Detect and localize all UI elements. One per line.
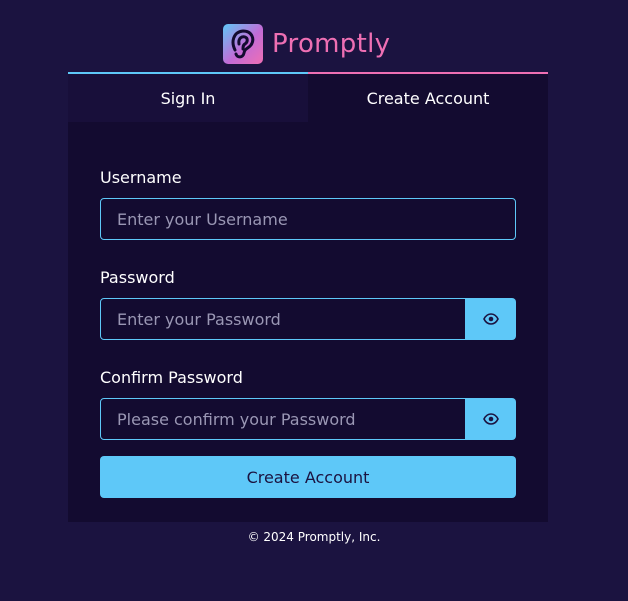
auth-tabs: Sign In Create Account <box>68 72 548 122</box>
username-label: Username <box>100 168 182 187</box>
brand: Promptly <box>223 24 390 64</box>
confirm-password-input[interactable] <box>100 398 466 440</box>
confirm-password-label: Confirm Password <box>100 368 243 387</box>
eye-icon <box>483 413 499 425</box>
password-input[interactable] <box>100 298 466 340</box>
password-label: Password <box>100 268 175 287</box>
eye-icon <box>483 313 499 325</box>
auth-card: Sign In Create Account Username Password… <box>68 72 548 522</box>
ear-icon <box>223 24 263 64</box>
show-password-button[interactable] <box>466 298 516 340</box>
show-confirm-password-button[interactable] <box>466 398 516 440</box>
username-input[interactable] <box>100 198 516 240</box>
brand-name: Promptly <box>272 29 391 59</box>
copyright-footer: © 2024 Promptly, Inc. <box>247 530 381 544</box>
tab-create-account[interactable]: Create Account <box>308 72 548 122</box>
create-account-button[interactable]: Create Account <box>100 456 516 498</box>
tab-sign-in[interactable]: Sign In <box>68 72 308 122</box>
create-account-form: Username Password Confirm Password <box>100 168 516 498</box>
